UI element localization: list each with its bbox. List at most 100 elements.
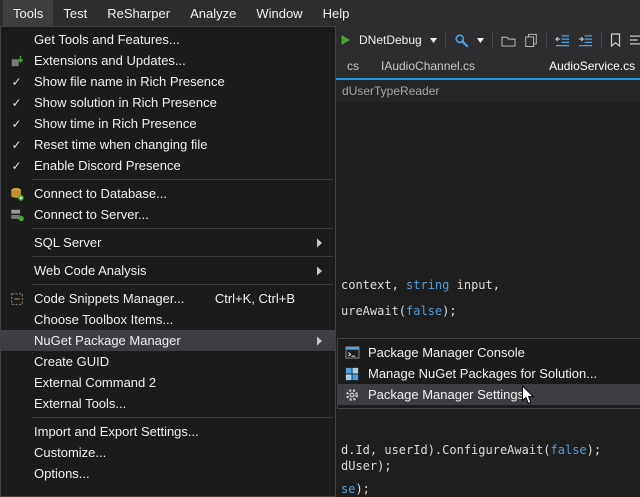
toolbar-button-caret-icon[interactable] bbox=[430, 38, 437, 43]
submenu-item-manage-nuget-packages-for-solution[interactable]: Manage NuGet Packages for Solution... bbox=[338, 363, 640, 384]
menubar-item-help[interactable]: Help bbox=[313, 0, 360, 26]
submenu-item-label: Package Manager Settings bbox=[366, 387, 640, 402]
menu-item-import-and-export-settings[interactable]: Import and Export Settings... bbox=[1, 421, 335, 442]
menu-separator bbox=[32, 284, 333, 285]
checkmark-icon: ✓ bbox=[11, 117, 21, 131]
submenu-item-package-manager-console[interactable]: Package Manager Console bbox=[338, 342, 640, 363]
menu-item-gutter bbox=[1, 208, 32, 222]
toolbar-button-caret-icon[interactable] bbox=[477, 38, 484, 43]
checkmark-icon: ✓ bbox=[11, 138, 21, 152]
bookmark-icon bbox=[610, 33, 621, 47]
toolbar-button-folder-icon[interactable] bbox=[501, 34, 516, 47]
menu-item-shortcut: Ctrl+K, Ctrl+B bbox=[215, 291, 295, 306]
menu-item-external-command-2[interactable]: External Command 2 bbox=[1, 372, 335, 393]
toolbar-button-indent-icon[interactable] bbox=[578, 34, 593, 47]
tools-menu-items: Get Tools and Features... Extensions and … bbox=[1, 29, 335, 484]
menu-item-external-tools[interactable]: External Tools... bbox=[1, 393, 335, 414]
menu-item-web-code-analysis[interactable]: Web Code Analysis bbox=[1, 260, 335, 281]
snippets-icon bbox=[10, 292, 24, 306]
menu-item-gutter bbox=[1, 292, 32, 306]
menu-item-gutter: ✓ bbox=[1, 117, 32, 131]
menu-item-show-time-in-rich-presence[interactable]: ✓Show time in Rich Presence bbox=[1, 113, 335, 134]
database-icon bbox=[10, 187, 24, 201]
menu-item-gutter bbox=[1, 187, 32, 201]
extensions-icon bbox=[10, 54, 24, 68]
nuget-submenu: Package Manager Console Manage NuGet Pack… bbox=[337, 338, 640, 409]
menubar-item-test[interactable]: Test bbox=[53, 0, 97, 26]
menu-item-reset-time-when-changing-file[interactable]: ✓ Reset time when changing file bbox=[1, 134, 335, 155]
menu-item-label: Show file name in Rich Presence bbox=[32, 74, 335, 89]
toolbar-button-outdent-icon[interactable] bbox=[555, 34, 570, 47]
toolbar-separator bbox=[601, 32, 602, 48]
menu-item-show-file-name-in-rich-presence[interactable]: ✓ Show file name in Rich Presence bbox=[1, 71, 335, 92]
menu-separator bbox=[32, 256, 333, 257]
menu-item-label: Enable Discord Presence bbox=[32, 158, 335, 173]
caret-icon bbox=[430, 38, 437, 43]
tab-iaudiochannel-cs[interactable]: IAudioChannel.cs bbox=[370, 54, 486, 78]
menu-item-create-guid[interactable]: Create GUID bbox=[1, 351, 335, 372]
menu-item-gutter: ✓ bbox=[1, 159, 32, 173]
submenu-arrow-icon bbox=[317, 238, 322, 247]
checkmark-icon: ✓ bbox=[11, 75, 21, 89]
indent-icon bbox=[578, 34, 593, 47]
menu-separator bbox=[32, 228, 333, 229]
console-icon bbox=[345, 346, 360, 359]
caret-icon bbox=[477, 38, 484, 43]
menubar-item-analyze[interactable]: Analyze bbox=[180, 0, 246, 26]
submenu-item-label: Manage NuGet Packages for Solution... bbox=[366, 366, 640, 381]
folder-icon bbox=[501, 34, 516, 47]
menu-item-get-tools-and-features[interactable]: Get Tools and Features... bbox=[1, 29, 335, 50]
menubar-item-resharper[interactable]: ReSharper bbox=[97, 0, 180, 26]
menu-item-label: Connect to Server... bbox=[32, 207, 335, 222]
gear-icon bbox=[345, 388, 359, 402]
menu-item-label: Options... bbox=[32, 466, 335, 481]
menu-item-show-solution-in-rich-presence[interactable]: ✓Show solution in Rich Presence bbox=[1, 92, 335, 113]
outdent-icon bbox=[555, 34, 570, 47]
toolbar-separator bbox=[492, 32, 493, 48]
menu-item-options[interactable]: Options... bbox=[1, 463, 335, 484]
submenu-item-package-manager-settings[interactable]: Package Manager Settings bbox=[338, 384, 640, 405]
toolbar-button-copy-icon[interactable] bbox=[524, 33, 538, 47]
menu-item-label: Code Snippets Manager... bbox=[32, 291, 215, 306]
toolbar-button-lines-icon[interactable] bbox=[629, 34, 640, 46]
menu-item-label: NuGet Package Manager bbox=[32, 333, 335, 348]
menu-separator bbox=[32, 179, 333, 180]
menu-item-code-snippets-manager[interactable]: Code Snippets Manager...Ctrl+K, Ctrl+B bbox=[1, 288, 335, 309]
menu-item-label: Customize... bbox=[32, 445, 335, 460]
tools-menu: Get Tools and Features... Extensions and … bbox=[0, 26, 336, 497]
breadcrumb-text: dUserTypeReader bbox=[342, 84, 439, 98]
toolbar-separator bbox=[546, 32, 547, 48]
menubar: ToolsTestReSharperAnalyzeWindowHelp bbox=[0, 0, 640, 26]
submenu-item-gutter bbox=[338, 388, 366, 402]
menu-item-sql-server[interactable]: SQL Server bbox=[1, 232, 335, 253]
tab-audioservice-cs[interactable]: AudioService.cs bbox=[538, 54, 640, 78]
copy-icon bbox=[524, 33, 538, 47]
menubar-item-tools[interactable]: Tools bbox=[3, 0, 53, 26]
toolbar-button-bookmark-icon[interactable] bbox=[610, 33, 621, 47]
menu-item-label: SQL Server bbox=[32, 235, 335, 250]
menu-item-nuget-package-manager[interactable]: NuGet Package Manager bbox=[1, 330, 335, 351]
menu-item-choose-toolbox-items[interactable]: Choose Toolbox Items... bbox=[1, 309, 335, 330]
menu-item-label: Web Code Analysis bbox=[32, 263, 335, 278]
menubar-item-window[interactable]: Window bbox=[246, 0, 312, 26]
menu-item-enable-discord-presence[interactable]: ✓ Enable Discord Presence bbox=[1, 155, 335, 176]
menu-item-label: Reset time when changing file bbox=[32, 137, 335, 152]
toolbar-button-search-icon[interactable] bbox=[454, 33, 469, 48]
menu-item-customize[interactable]: Customize... bbox=[1, 442, 335, 463]
toolbar-button-play-icon[interactable] bbox=[340, 34, 351, 46]
checkmark-icon: ✓ bbox=[11, 159, 21, 173]
menu-item-connect-to-database[interactable]: Connect to Database... bbox=[1, 183, 335, 204]
menu-item-label: External Command 2 bbox=[32, 375, 335, 390]
tab-cs[interactable]: cs bbox=[336, 54, 370, 78]
submenu-item-label: Package Manager Console bbox=[366, 345, 640, 360]
submenu-arrow-icon bbox=[317, 266, 322, 275]
menu-item-label: Create GUID bbox=[32, 354, 335, 369]
menu-item-connect-to-server[interactable]: Connect to Server... bbox=[1, 204, 335, 225]
play-icon bbox=[340, 34, 351, 46]
debug-target-select[interactable]: DNetDebug bbox=[359, 33, 422, 47]
submenu-arrow-icon bbox=[317, 336, 322, 345]
submenu-item-gutter bbox=[338, 346, 366, 359]
menu-item-extensions-and-updates[interactable]: Extensions and Updates... bbox=[1, 50, 335, 71]
menu-item-label: Extensions and Updates... bbox=[32, 53, 335, 68]
toolbar-separator bbox=[445, 32, 446, 48]
